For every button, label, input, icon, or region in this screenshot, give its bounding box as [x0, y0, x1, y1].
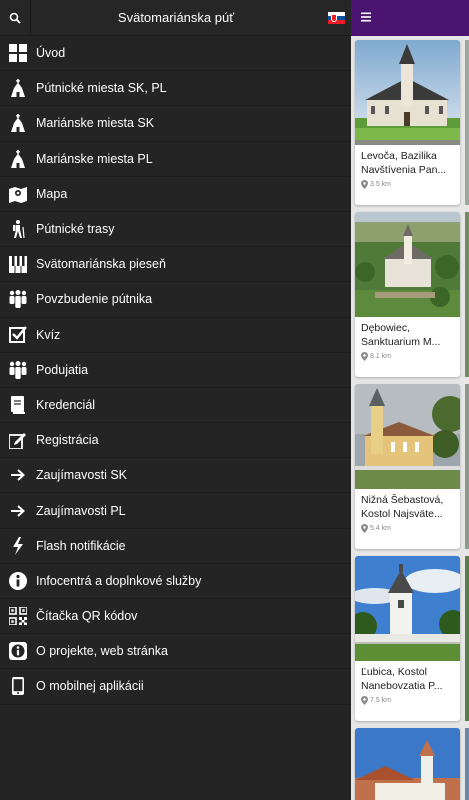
- place-distance: 3.5 km: [370, 181, 392, 188]
- menu-item-registracia[interactable]: Registrácia: [0, 423, 351, 459]
- menu-item-label: Pútnické trasy: [36, 222, 115, 237]
- place-photo: [355, 40, 460, 145]
- place-card[interactable]: Nižná Šebastová, Kostol Najsväte... 5.4 …: [355, 384, 460, 549]
- places-list-panel: Levoča, Bazilika Navštívenia Pan... 3.5 …: [351, 0, 469, 800]
- next-column-card: [465, 384, 469, 549]
- checkbox-icon: [0, 317, 36, 352]
- menu-item-uvod[interactable]: Úvod: [0, 36, 351, 72]
- menu-item-marianske-miesta-sk[interactable]: Mariánske miesta SK: [0, 106, 351, 142]
- qr-code-icon: [0, 599, 36, 634]
- menu-item-podujatia[interactable]: Podujatia: [0, 353, 351, 388]
- menu-item-marianske-miesta-pl[interactable]: Mariánske miesta PL: [0, 142, 351, 177]
- search-icon[interactable]: [0, 0, 31, 36]
- menu-item-label: Infocentrá a doplnkové služby: [36, 573, 202, 588]
- next-column-card: [465, 728, 469, 800]
- menu-item-label: Podujatia: [36, 362, 89, 377]
- place-card[interactable]: Ľubica, Kostol Nanebovzatia P... 7.5 km: [355, 556, 460, 721]
- language-flag-button[interactable]: [321, 0, 351, 36]
- menu-item-infocentra[interactable]: Infocentrá a doplnkové služby: [0, 564, 351, 599]
- menu-item-label: Mariánske miesta SK: [36, 116, 155, 131]
- menu-item-kviz[interactable]: Kvíz: [0, 318, 351, 353]
- place-title: Sanktuarium M...: [361, 335, 441, 348]
- church-icon: [0, 141, 36, 176]
- place-title: Ľubica, Kostol: [361, 666, 427, 678]
- place-title: Levoča, Bazilika: [361, 150, 437, 162]
- menu-item-flash-notifikacie[interactable]: Flash notifikácie: [0, 529, 351, 564]
- drawer-header: Svätomariánska púť: [0, 0, 351, 36]
- grid-icon: [0, 36, 36, 71]
- hiker-icon: [0, 212, 36, 247]
- lightning-icon: [0, 528, 36, 563]
- menu-item-label: Svätomariánska pieseň: [36, 257, 166, 272]
- menu-item-label: Čítačka QR kódov: [36, 609, 138, 624]
- place-title: Kostol Najsväte...: [361, 507, 443, 520]
- info-square-icon: [0, 634, 36, 669]
- menu-item-label: Kredenciál: [36, 397, 96, 412]
- arrow-right-icon: [0, 458, 36, 493]
- menu-item-povzbudenie[interactable]: Povzbudenie pútnika: [0, 282, 351, 318]
- place-photo: [355, 212, 460, 317]
- location-pin-icon: [361, 180, 368, 189]
- menu-item-label: Zaujímavosti SK: [36, 468, 128, 483]
- location-pin-icon: [361, 696, 368, 705]
- menu-item-label: Úvod: [36, 46, 66, 61]
- panel-topbar: [351, 0, 469, 36]
- menu-item-label: Mariánske miesta PL: [36, 151, 153, 166]
- place-distance: 8.1 km: [370, 353, 392, 360]
- arrow-right-icon: [0, 493, 36, 528]
- app-title: Svätomariánska púť: [117, 10, 235, 25]
- people-icon: [0, 282, 36, 317]
- menu-item-zaujimavosti-sk[interactable]: Zaujímavosti SK: [0, 458, 351, 494]
- location-pin-icon: [361, 524, 368, 533]
- piano-icon: [0, 247, 36, 282]
- menu-item-label: Mapa: [36, 186, 68, 201]
- menu-item-piesen[interactable]: Svätomariánska pieseň: [0, 247, 351, 283]
- phone-icon: [0, 669, 36, 704]
- next-column-card: [465, 556, 469, 721]
- info-icon: [0, 563, 36, 598]
- people-icon: [0, 352, 36, 387]
- menu-item-o-projekte[interactable]: O projekte, web stránka: [0, 634, 351, 670]
- place-photo: [355, 384, 460, 489]
- menu-item-label: O projekte, web stránka: [36, 644, 169, 659]
- menu-item-kredencial[interactable]: Kredenciál: [0, 387, 351, 424]
- menu-item-mapa[interactable]: Mapa: [0, 177, 351, 212]
- place-title: Nižná Šebastová,: [361, 494, 444, 506]
- menu-item-label: Registrácia: [36, 433, 99, 448]
- place-card[interactable]: Dębowiec, Sanktuarium M... 8.1 km: [355, 212, 460, 377]
- place-card[interactable]: Levoča, Bazilika Navštívenia Pan... 3.5 …: [355, 40, 460, 205]
- location-pin-icon: [361, 352, 368, 361]
- menu-item-label: Flash notifikácie: [36, 538, 126, 553]
- place-photo: [355, 728, 460, 800]
- place-photo: [355, 556, 460, 661]
- slovak-flag-icon: [327, 11, 345, 24]
- menu-item-putnicke-trasy[interactable]: Pútnické trasy: [0, 212, 351, 248]
- hamburger-icon[interactable]: [361, 9, 371, 27]
- place-title: Navštívenia Pan...: [361, 163, 447, 176]
- edit-icon: [0, 423, 36, 458]
- next-column-card: [465, 40, 469, 205]
- menu-item-label: Povzbudenie pútnika: [36, 292, 153, 307]
- menu-item-label: Zaujímavosti PL: [36, 503, 126, 518]
- menu-item-label: O mobilnej aplikácii: [36, 679, 144, 694]
- place-title: Dębowiec,: [361, 322, 411, 334]
- menu-item-label: Pútnické miesta SK, PL: [36, 81, 167, 96]
- next-column-card: [465, 212, 469, 377]
- book-icon: [0, 387, 36, 422]
- menu-item-o-aplikacii[interactable]: O mobilnej aplikácii: [0, 669, 351, 705]
- menu-item-label: Kvíz: [36, 327, 61, 342]
- church-icon: [0, 71, 36, 106]
- place-card[interactable]: [355, 728, 460, 800]
- place-distance: 5.4 km: [370, 525, 392, 532]
- menu-item-qr-citacka[interactable]: Čítačka QR kódov: [0, 599, 351, 635]
- place-title: Nanebovzatia P...: [361, 679, 443, 692]
- church-icon: [0, 106, 36, 141]
- place-distance: 7.5 km: [370, 697, 392, 704]
- navigation-drawer: Svätomariánska púť Úvod Pútnické miesta …: [0, 0, 351, 800]
- menu-item-putnicke-miesta[interactable]: Pútnické miesta SK, PL: [0, 71, 351, 107]
- map-icon: [0, 176, 36, 211]
- menu-item-zaujimavosti-pl[interactable]: Zaujímavosti PL: [0, 493, 351, 529]
